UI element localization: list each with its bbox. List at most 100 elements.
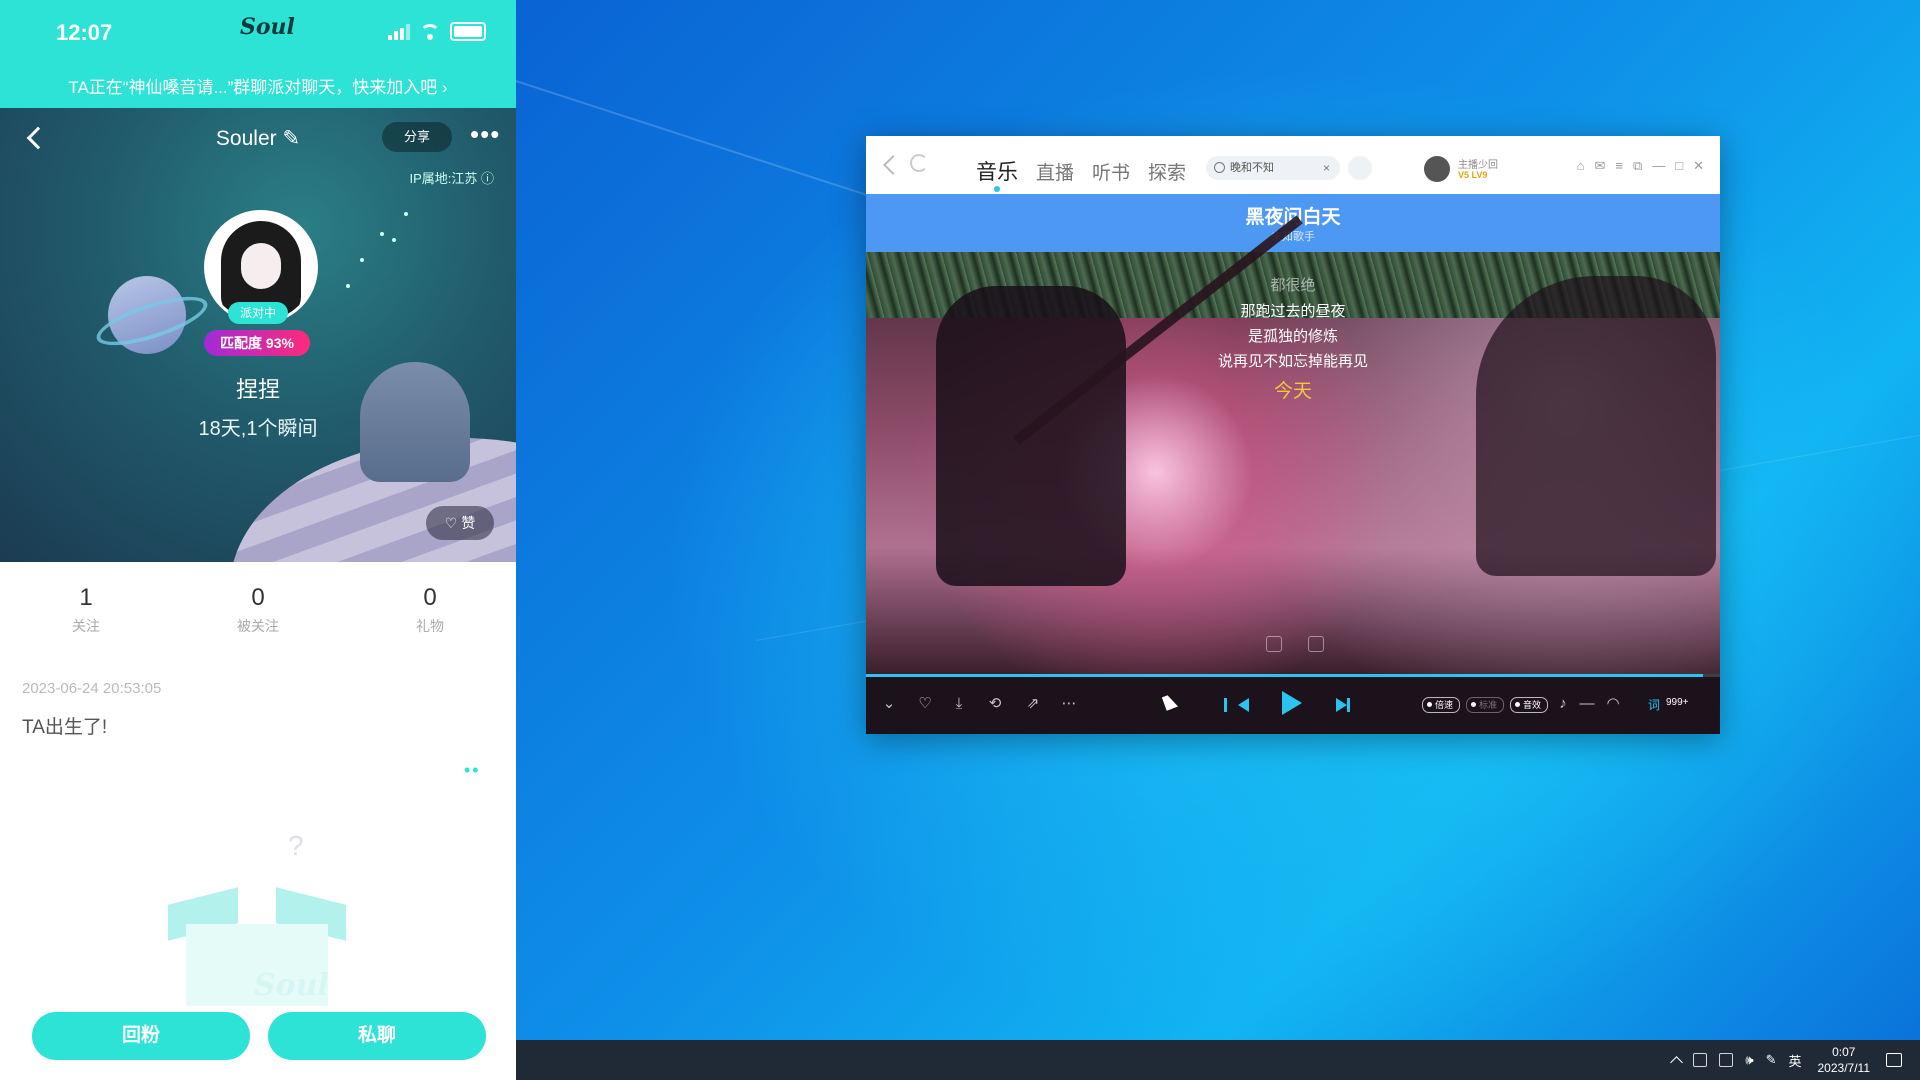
taskbar-clock[interactable]: 0:07 2023/7/11 <box>1818 1044 1871 1076</box>
loop-mode-icon[interactable]: ⟲ <box>986 695 1004 713</box>
match-badge: 匹配度 93% <box>204 330 310 356</box>
maximize-icon[interactable]: □ <box>1675 158 1683 174</box>
profile-hero: Souler ✎ 分享 ••• IP属地:江苏 ⓘ 派对中 匹配度 93% 捏捏… <box>0 108 516 562</box>
like-label: 赞 <box>461 515 476 531</box>
download-icon[interactable]: ⤓ <box>950 695 968 713</box>
ime-indicator[interactable]: 英 <box>1788 1051 1801 1070</box>
show-hidden-icons-icon[interactable] <box>1670 1056 1684 1069</box>
system-tray: 🕪 ✎ 英 0:07 2023/7/11 <box>1670 1040 1902 1080</box>
playback-controls: ⌄ ♡ ⤓ ⟲ ⇗ ⋯ 倍速 标准 音效 ♪ — ◠ 词 999+ <box>866 677 1720 734</box>
soul-phone-mirror: 12:07 Soul TA正在“神仙嗓音请...”群聊派对聊天，快来加入吧 › … <box>0 0 518 1080</box>
stat-gifts[interactable]: 0 礼物 <box>344 562 516 652</box>
player-titlebar[interactable]: 音乐 直播 听书 探索 晚和不知 × 主播少回 V5 LV9 ⌂ ✉ ≡ ⧉ —… <box>866 136 1720 194</box>
app-tray-icon[interactable] <box>1693 1053 1708 1067</box>
drummer-silhouette <box>1476 276 1716 576</box>
post-more-icon[interactable]: •• <box>464 760 481 781</box>
status-icons <box>388 22 486 41</box>
taskbar: 🕪 ✎ 英 0:07 2023/7/11 <box>516 1040 1920 1080</box>
post-date: 2023-06-24 20:53:05 <box>22 680 162 697</box>
user-vip-badge[interactable]: V5 LV9 <box>1458 170 1487 180</box>
quality-toggle[interactable]: 标准 <box>1466 697 1505 713</box>
like-button[interactable]: ♡ 赞 <box>426 506 494 540</box>
private-chat-button[interactable]: 私聊 <box>268 1012 486 1060</box>
share-label: 分享 <box>403 129 430 144</box>
skin-icon[interactable]: ⌂ <box>1577 158 1585 174</box>
play-icon[interactable] <box>1282 691 1302 715</box>
window-controls: ⌂ ✉ ≡ ⧉ — □ ✕ <box>1577 158 1704 174</box>
volume-icon[interactable]: ♪ <box>1554 695 1572 713</box>
stat-following[interactable]: 1 关注 <box>0 562 172 652</box>
stat-value: 0 <box>423 584 437 611</box>
status-time: 12:07 <box>56 20 113 45</box>
lyric-line[interactable]: 都很绝 <box>866 274 1720 295</box>
next-track-icon[interactable] <box>1336 698 1350 712</box>
clock-date: 2023/7/11 <box>1817 1061 1871 1075</box>
refresh-icon[interactable] <box>910 154 928 172</box>
ip-location: IP属地:江苏 ⓘ <box>409 171 494 186</box>
party-invite-banner[interactable]: TA正在“神仙嗓音请...”群聊派对聊天，快来加入吧 › <box>0 68 516 108</box>
avatar-face <box>241 243 281 289</box>
headphone-icon[interactable]: ◠ <box>1604 695 1622 713</box>
tab-music[interactable]: 音乐 <box>976 156 1018 186</box>
stat-label: 被关注 <box>237 618 279 634</box>
lyric-line[interactable]: 是孤独的修炼 <box>866 325 1720 346</box>
share-button[interactable]: 分享 <box>382 122 452 152</box>
speed-toggle[interactable]: 倍速 <box>1422 697 1461 713</box>
stat-label: 礼物 <box>416 618 444 634</box>
user-avatar[interactable] <box>1424 156 1450 182</box>
soul-watermark: Soul <box>254 968 329 1003</box>
heart-icon: ♡ <box>444 515 462 531</box>
mini-mode-icon[interactable]: ⧉ <box>1633 158 1642 174</box>
signal-icon <box>388 23 410 40</box>
stat-followers[interactable]: 0 被关注 <box>172 562 344 652</box>
search-input[interactable]: 晚和不知 × <box>1206 156 1340 180</box>
mouse-cursor-icon <box>1161 693 1179 711</box>
user-name[interactable]: 主播少回 <box>1458 156 1498 171</box>
karaoke-mic-icon[interactable] <box>1308 636 1324 652</box>
minimize-icon[interactable]: — <box>1652 158 1665 174</box>
tab-explore[interactable]: 探索 <box>1148 158 1186 185</box>
tab-live[interactable]: 直播 <box>1036 158 1074 185</box>
menu-icon[interactable]: ≡ <box>1615 158 1623 174</box>
active-tab-indicator <box>994 186 1000 192</box>
party-status-badge[interactable]: 派对中 <box>228 302 288 324</box>
status-app-name: Soul <box>240 14 295 40</box>
lyric-poster-icon[interactable] <box>1266 636 1282 652</box>
battery-icon <box>450 22 486 41</box>
more-icon[interactable]: ••• <box>470 121 500 147</box>
current-lyric-line[interactable]: 今天 <box>866 376 1720 403</box>
pen-icon[interactable]: ✎ <box>1766 1052 1777 1068</box>
stats-row: 1 关注 0 被关注 0 礼物 <box>0 562 516 652</box>
search-value: 晚和不知 <box>1230 162 1274 174</box>
voice-search-icon[interactable] <box>1348 156 1372 180</box>
notification-icon[interactable] <box>1886 1053 1902 1067</box>
minimize-lyrics-icon[interactable]: — <box>1578 695 1596 713</box>
like-icon[interactable]: ♡ <box>916 695 934 713</box>
follow-back-button[interactable]: 回粉 <box>32 1012 250 1060</box>
collapse-icon[interactable]: ⌄ <box>880 695 898 713</box>
nickname: 捏捏 <box>235 377 280 402</box>
tab-audiobook[interactable]: 听书 <box>1092 158 1130 185</box>
more-options-icon[interactable]: ⋯ <box>1060 695 1078 713</box>
soul-age-info: 18天,1个瞬间 <box>198 418 318 440</box>
music-player-window: 音乐 直播 听书 探索 晚和不知 × 主播少回 V5 LV9 ⌂ ✉ ≡ ⧉ —… <box>866 136 1720 734</box>
lyric-line[interactable]: 那跑过去的昼夜 <box>866 300 1720 321</box>
empty-box-illustration: ? Soul <box>168 830 346 1006</box>
speaker-icon[interactable]: 🕪 <box>1745 1052 1753 1068</box>
close-icon[interactable]: ✕ <box>1693 158 1704 174</box>
share-icon[interactable]: ⇗ <box>1024 695 1042 713</box>
lyric-line[interactable]: 说再见不如忘掉能再见 <box>866 350 1720 371</box>
question-mark: ? <box>288 830 304 861</box>
play-queue-button[interactable]: 999+ <box>1666 697 1689 708</box>
desktop-lyric-toggle[interactable]: 词 <box>1648 696 1660 713</box>
sound-effect-toggle[interactable]: 音效 <box>1510 697 1549 713</box>
status-bar: 12:07 Soul <box>0 0 516 68</box>
back-icon[interactable] <box>883 155 903 175</box>
wifi-icon <box>420 23 440 40</box>
mail-icon[interactable]: ✉ <box>1594 158 1605 174</box>
clock-time: 0:07 <box>1832 1045 1856 1059</box>
previous-track-icon[interactable] <box>1224 698 1249 712</box>
clear-search-icon[interactable]: × <box>1323 156 1330 180</box>
network-icon[interactable] <box>1719 1053 1734 1067</box>
stat-value: 1 <box>79 584 93 611</box>
